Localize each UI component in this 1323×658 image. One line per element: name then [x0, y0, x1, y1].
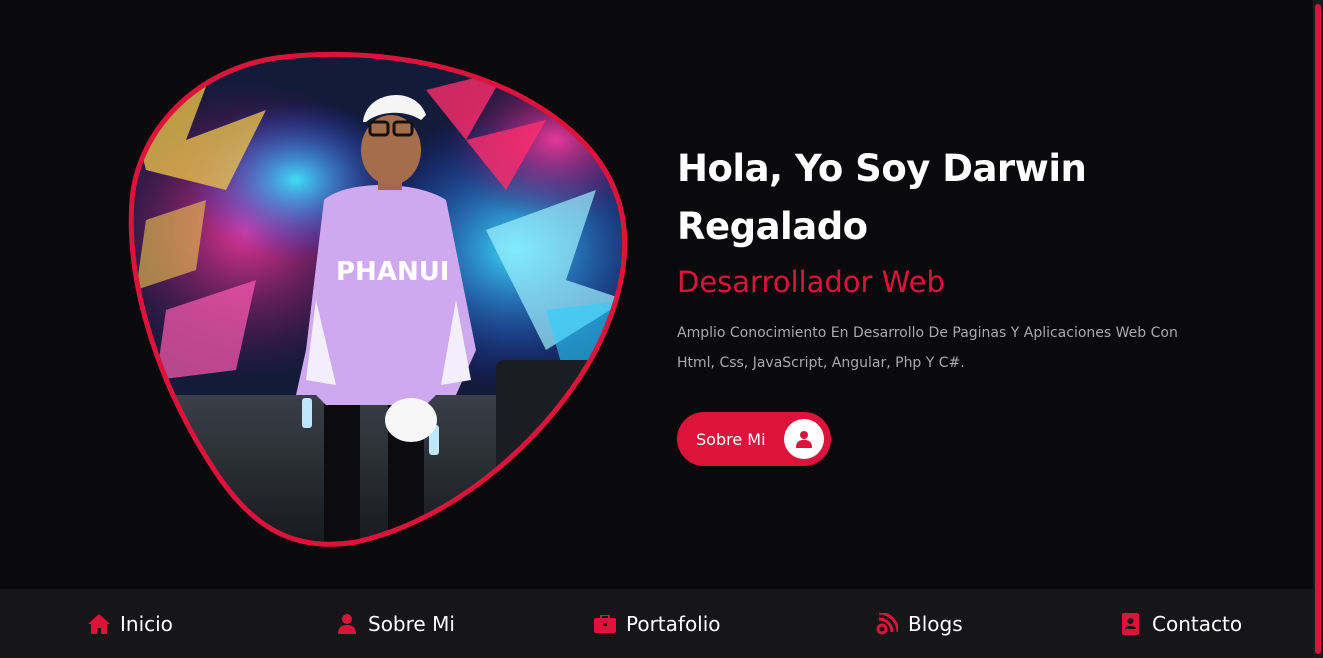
nav-item-label: Portafolio: [626, 611, 721, 636]
page: PHANUI Hola, Yo Soy Darwin Regalado Desa…: [0, 0, 1323, 658]
nav-item-sobre-mi[interactable]: Sobre Mi: [336, 589, 455, 658]
about-me-button[interactable]: Sobre Mi: [677, 412, 831, 466]
nav-item-blogs[interactable]: Blogs: [876, 589, 963, 658]
user-icon: [784, 419, 824, 459]
nav-item-label: Blogs: [908, 611, 963, 636]
nav-item-label: Contacto: [1152, 611, 1243, 636]
nav-item-label: Sobre Mi: [368, 611, 455, 636]
hero-subtitle: Desarrollador Web: [677, 265, 945, 299]
home-icon: [88, 613, 110, 635]
bottom-navbar: Inicio Sobre Mi Portafolio Blogs Contact…: [0, 589, 1313, 658]
scrollbar-track[interactable]: [1313, 0, 1323, 658]
profile-photo: PHANUI: [128, 51, 628, 547]
nav-item-contacto[interactable]: Contacto: [1120, 589, 1242, 658]
svg-text:PHANUI: PHANUI: [336, 257, 449, 287]
address-book-icon: [1120, 612, 1142, 635]
about-me-button-label: Sobre Mi: [696, 429, 766, 449]
blog-icon: [876, 612, 898, 635]
user-icon: [336, 613, 358, 635]
hero-title: Hola, Yo Soy Darwin Regalado: [677, 147, 1087, 248]
hero-content: Hola, Yo Soy Darwin Regalado Desarrollad…: [677, 140, 1237, 378]
scrollbar-thumb[interactable]: [1315, 4, 1321, 654]
nav-item-inicio[interactable]: Inicio: [88, 589, 173, 658]
nav-item-label: Inicio: [120, 611, 173, 636]
hero-description: Amplio Conocimiento En Desarrollo De Pag…: [677, 325, 1178, 371]
briefcase-icon: [594, 613, 616, 635]
nav-item-portafolio[interactable]: Portafolio: [594, 589, 721, 658]
